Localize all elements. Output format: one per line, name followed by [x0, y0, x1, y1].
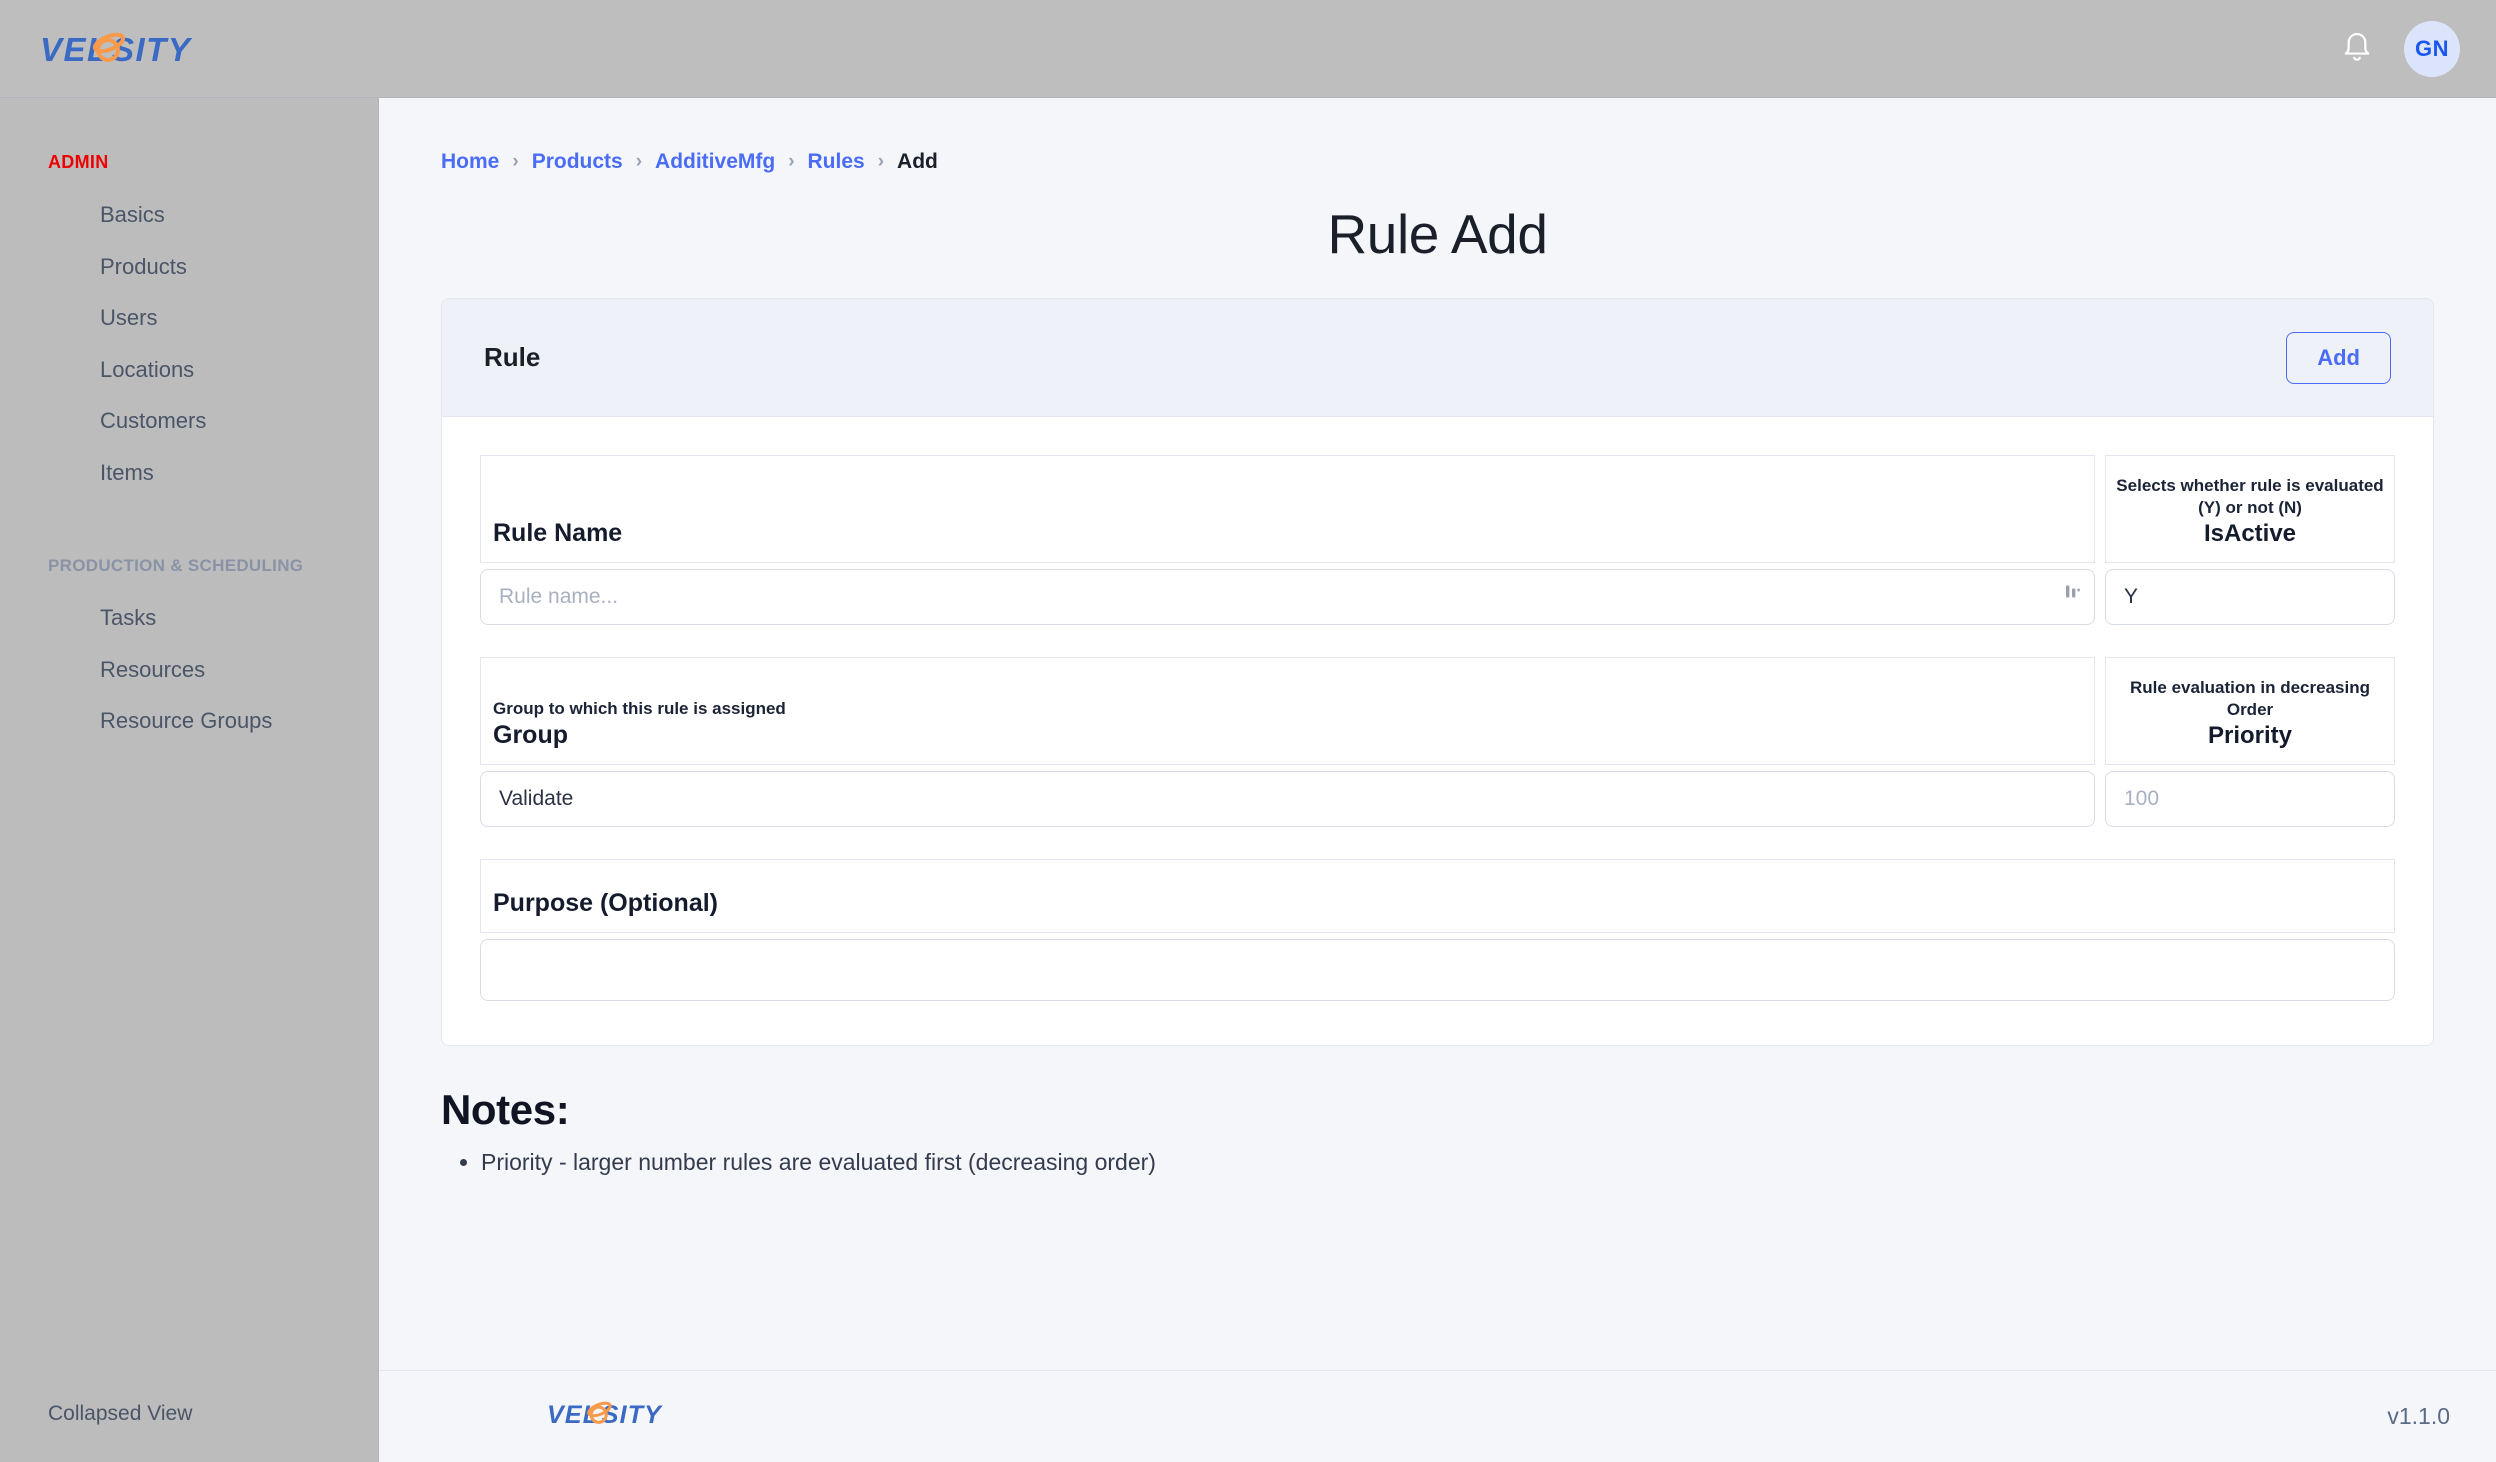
page-title: Rule Add — [1327, 203, 1548, 265]
rule-card: Rule Add Rule Name Rule name... Selects … — [441, 298, 2434, 1046]
sidebar-section-title-admin: ADMIN — [48, 152, 109, 172]
field-hint-text: Selects whether rule is evaluated (Y) or… — [2116, 476, 2384, 518]
field-group: Group to which this rule is assigned Gro… — [480, 657, 2095, 827]
field-hint-text: Rule evaluation in decreasing Order — [2130, 678, 2370, 720]
field-label-purpose: Purpose (Optional) — [480, 859, 2395, 933]
avatar-initials: GN — [2415, 35, 2449, 61]
form-row-purpose: Purpose (Optional) — [480, 859, 2395, 1001]
breadcrumb-separator-icon: › — [512, 151, 519, 172]
priority-input[interactable] — [2105, 771, 2395, 827]
field-label-group: Group to which this rule is assigned Gro… — [480, 657, 2095, 765]
sidebar: ADMIN Basics Products Users Locations Cu… — [0, 98, 379, 1462]
field-label-text: Rule Name — [493, 519, 623, 548]
rule-card-header: Rule Add — [442, 299, 2433, 417]
main-scroll-area: Home › Products › AdditiveMfg › Rules › … — [379, 98, 2496, 1370]
bell-icon — [2344, 32, 2370, 61]
field-label-priority: Rule evaluation in decreasing Order Prio… — [2105, 657, 2395, 765]
velosity-logo-icon: VEL SITY — [40, 31, 191, 68]
field-input-wrap-priority — [2105, 765, 2395, 827]
field-label-rule-name: Rule Name — [480, 455, 2095, 563]
rule-name-input[interactable] — [480, 569, 2095, 625]
breadcrumb-item-add: Add — [897, 150, 938, 173]
sidebar-item-items[interactable]: Items — [0, 447, 378, 499]
brand-logo[interactable]: VEL SITY — [40, 27, 240, 71]
collapsed-view-toggle[interactable]: Collapsed View — [0, 1402, 378, 1462]
field-label-text: Group — [493, 721, 568, 750]
sidebar-item-resource-groups[interactable]: Resource Groups — [0, 695, 378, 747]
column-gap — [2095, 455, 2105, 625]
breadcrumb-separator-icon: › — [635, 151, 643, 172]
field-priority: Rule evaluation in decreasing Order Prio… — [2105, 657, 2395, 827]
breadcrumb-item-home[interactable]: Home — [441, 150, 499, 174]
purpose-input[interactable] — [480, 939, 2395, 1001]
footer-brand-logo: VEL SITY — [547, 1397, 699, 1436]
top-bar-actions: GN — [2340, 20, 2460, 77]
field-label-text: IsActive — [2203, 520, 2297, 548]
sidebar-item-products[interactable]: Products — [0, 241, 378, 293]
field-purpose: Purpose (Optional) — [480, 859, 2395, 1001]
breadcrumb: Home › Products › AdditiveMfg › Rules › … — [379, 98, 2496, 174]
notes-title: Notes: — [441, 1086, 570, 1133]
sidebar-item-tasks[interactable]: Tasks — [0, 592, 378, 644]
form-row-rule-name: Rule Name Rule name... Selects whether r… — [480, 455, 2395, 625]
sidebar-item-resources[interactable]: Resources — [0, 644, 378, 696]
field-input-wrap-purpose — [480, 933, 2395, 1001]
breadcrumb-item-products[interactable]: Products — [532, 150, 623, 174]
breadcrumb-separator-icon: › — [877, 151, 885, 172]
field-hint-text: Group to which this rule is assigned — [493, 699, 786, 719]
app-body: ADMIN Basics Products Users Locations Cu… — [0, 98, 2496, 1462]
field-label-text: Purpose (Optional) — [493, 889, 718, 918]
user-avatar[interactable]: GN — [2404, 20, 2460, 77]
notifications-button[interactable] — [2340, 31, 2374, 67]
velosity-logo-icon: VEL SITY — [547, 1401, 662, 1429]
breadcrumb-item-rules[interactable]: Rules — [808, 150, 865, 174]
notes-list-item: Priority - larger number rules are evalu… — [481, 1144, 2434, 1181]
app-root: VEL SITY GN ADMIN Basics Products Users … — [0, 0, 2496, 1462]
field-input-wrap-group — [480, 765, 2095, 827]
app-version: v1.1.0 — [2387, 1403, 2450, 1429]
field-is-active: Selects whether rule is evaluated (Y) or… — [2105, 455, 2395, 625]
notes-section: Notes: Priority - larger number rules ar… — [441, 1086, 2434, 1181]
rule-card-title: Rule — [484, 342, 541, 372]
add-button[interactable]: Add — [2286, 331, 2391, 384]
form-row-group: Group to which this rule is assigned Gro… — [480, 657, 2395, 827]
column-gap — [2095, 657, 2105, 827]
field-input-wrap-is-active — [2105, 563, 2395, 625]
is-active-input[interactable] — [2105, 569, 2395, 625]
group-input[interactable] — [480, 771, 2095, 827]
sidebar-item-locations[interactable]: Locations — [0, 344, 378, 396]
field-rule-name: Rule Name — [480, 455, 2095, 625]
sidebar-item-users[interactable]: Users — [0, 292, 378, 344]
field-label-is-active: Selects whether rule is evaluated (Y) or… — [2105, 455, 2395, 563]
breadcrumb-item-additivemfg[interactable]: AdditiveMfg — [655, 150, 775, 174]
notes-list: Priority - larger number rules are evalu… — [481, 1144, 2434, 1181]
field-label-text: Priority — [2207, 722, 2293, 750]
sidebar-item-customers[interactable]: Customers — [0, 395, 378, 447]
top-bar: VEL SITY GN — [0, 0, 2496, 98]
sidebar-item-basics[interactable]: Basics — [0, 189, 378, 241]
field-input-wrap-rule-name — [480, 563, 2095, 625]
sidebar-section-title-production: PRODUCTION & SCHEDULING — [48, 556, 304, 575]
main-content: Home › Products › AdditiveMfg › Rules › … — [379, 98, 2496, 1462]
rule-form: Rule Name Rule name... Selects whether r… — [442, 417, 2433, 1045]
breadcrumb-separator-icon: › — [788, 151, 795, 172]
page-footer: VEL SITY v1.1.0 — [379, 1370, 2496, 1462]
